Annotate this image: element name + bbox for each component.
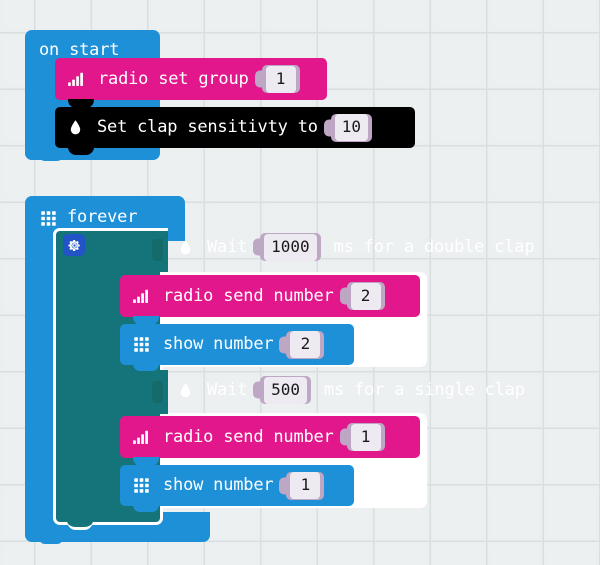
radio-set-group-top-notch — [68, 58, 94, 65]
wait-double-clap-value-socket[interactable]: 1000 — [260, 233, 321, 261]
wait-single-clap-value-socket[interactable]: 500 — [260, 376, 312, 404]
water-drop-icon — [176, 380, 194, 400]
radio-send-number-1-block[interactable]: radio send number 1 — [120, 416, 420, 458]
forever-label: forever — [67, 207, 138, 227]
forever-left-rail — [25, 230, 55, 520]
radio-group-value[interactable]: 1 — [265, 65, 296, 93]
set-clap-sensitivity-label: Set clap sensitivty to — [97, 117, 318, 137]
else-if-condition-socket[interactable] — [152, 381, 163, 403]
wait-single-clap-text-after: ms for a single clap — [324, 379, 525, 400]
wait-double-clap-text-before: Wait — [207, 236, 248, 257]
radio-send-number-1-value[interactable]: 1 — [350, 423, 381, 451]
show-number-1-label: show number — [163, 475, 274, 495]
water-drop-icon — [176, 237, 194, 257]
gear-icon[interactable] — [63, 234, 85, 256]
wait-single-clap-text-before: Wait — [207, 379, 248, 400]
radio-send-number-2-value-socket[interactable]: 2 — [346, 282, 385, 310]
clap-sensitivity-value-socket[interactable]: 10 — [330, 113, 373, 142]
wait-single-clap-value[interactable]: 500 — [264, 376, 308, 404]
radio-send-number-2-value[interactable]: 2 — [350, 282, 381, 310]
show-number-2-value-socket[interactable]: 2 — [286, 330, 325, 359]
led-grid-icon — [131, 476, 151, 496]
wait-double-clap-value[interactable]: 1000 — [264, 233, 317, 261]
on-start-bottom-notch — [39, 155, 63, 161]
set-clap-sensitivity-block[interactable]: Set clap sensitivty to 10 — [55, 107, 415, 148]
show-number-2-block[interactable]: show number 2 — [120, 324, 354, 365]
led-grid-icon — [38, 208, 58, 228]
radio-send-2-top-notch — [133, 275, 159, 282]
radio-signal-icon — [131, 427, 151, 447]
led-grid-icon — [131, 335, 151, 355]
if-condition-socket[interactable] — [152, 239, 163, 261]
show-number-1-value[interactable]: 1 — [290, 472, 321, 499]
show-number-2-label: show number — [163, 334, 274, 354]
wait-double-clap-block[interactable]: Wait 1000 ms for a double clap — [162, 226, 580, 268]
wait-double-clap-text-after: ms for a double clap — [333, 236, 535, 257]
set-clap-top-notch — [68, 99, 94, 108]
radio-signal-icon — [131, 286, 151, 306]
radio-set-group-block[interactable]: radio set group 1 — [55, 58, 327, 100]
on-start-left-rail — [25, 55, 55, 160]
show-number-1-bottom-notch — [133, 505, 159, 512]
radio-signal-icon — [66, 69, 86, 89]
show-number-1-value-socket[interactable]: 1 — [286, 471, 325, 500]
forever-bottom-notch — [39, 538, 63, 544]
wait-single-clap-block[interactable]: Wait 500 ms for a single clap — [162, 369, 580, 411]
radio-send-number-1-label: radio send number — [163, 426, 334, 447]
show-number-2-top-notch — [133, 316, 159, 325]
clap-sensitivity-value[interactable]: 10 — [334, 114, 369, 141]
show-number-2-value[interactable]: 2 — [290, 331, 321, 358]
water-drop-icon — [66, 118, 84, 138]
show-number-1-block[interactable]: show number 1 — [120, 465, 354, 506]
radio-send-1-top-notch — [133, 416, 159, 423]
show-number-1-top-notch — [133, 457, 159, 466]
radio-send-number-2-label: radio send number — [163, 285, 334, 306]
radio-set-group-label: radio set group — [98, 68, 249, 89]
show-number-2-bottom-notch — [133, 364, 159, 371]
set-clap-bottom-notch — [68, 147, 94, 155]
radio-group-value-socket[interactable]: 1 — [261, 65, 300, 93]
radio-send-number-1-value-socket[interactable]: 1 — [346, 423, 385, 451]
radio-send-number-2-block[interactable]: radio send number 2 — [120, 275, 420, 317]
